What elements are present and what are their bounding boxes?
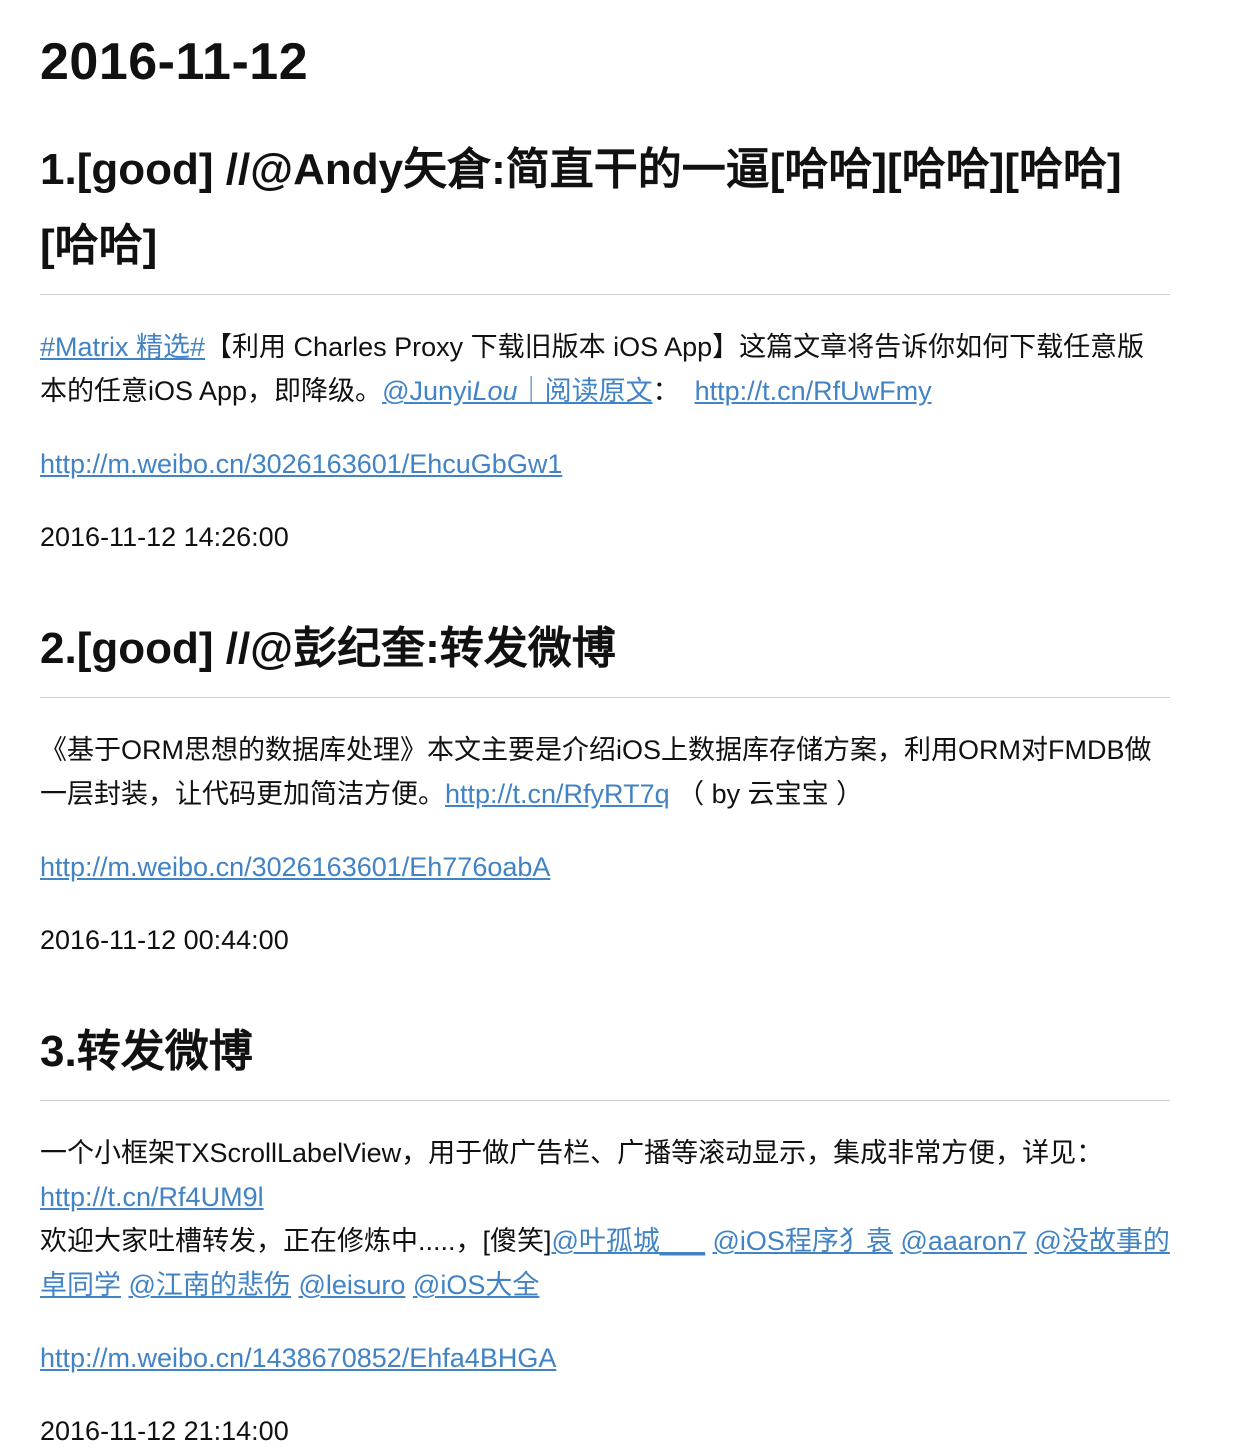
post-title: 3.转发微博 <box>40 1014 1170 1101</box>
hashtag-link[interactable]: #Matrix 精选# <box>40 332 205 362</box>
mention-link[interactable]: @iOS程序犭袁 <box>713 1226 893 1256</box>
weibo-link-row: http://m.weibo.cn/3026163601/Eh776oabA <box>40 845 1170 889</box>
weibo-link[interactable]: http://m.weibo.cn/3026163601/Eh776oabA <box>40 852 550 882</box>
post-text: 一个小框架TXScrollLabelView，用于做广告栏、广播等滚动显示，集成… <box>40 1138 1104 1168</box>
mention-link[interactable]: @aaaron7 <box>900 1226 1027 1256</box>
mention-link[interactable]: @iOS大全 <box>413 1270 539 1300</box>
post-title: 2.[good] //@彭纪奎:转发微博 <box>40 611 1170 698</box>
post-text: 欢迎大家吐槽转发，正在修炼中.....，[傻笑] <box>40 1226 552 1256</box>
post-text: ： <box>652 376 680 406</box>
mention-link-part: Lou <box>472 376 518 406</box>
short-link[interactable]: http://t.cn/RfyRT7q <box>445 779 670 809</box>
post-title: 1.[good] //@Andy矢倉:简直干的一逼[哈哈][哈哈][哈哈][哈哈… <box>40 132 1170 295</box>
post-body: #Matrix 精选#【利用 Charles Proxy 下载旧版本 iOS A… <box>40 325 1170 413</box>
mention-link[interactable]: @JunyiLou｜阅读原文 <box>382 376 653 406</box>
post-time: 2016-11-12 00:44:00 <box>40 925 289 955</box>
post-body: 《基于ORM思想的数据库处理》本文主要是介绍iOS上数据库存储方案，利用ORM对… <box>40 728 1170 816</box>
mention-link-part: @Junyi <box>382 376 473 406</box>
weibo-link-row: http://m.weibo.cn/1438670852/Ehfa4BHGA <box>40 1336 1170 1380</box>
mention-link[interactable]: @leisuro <box>298 1270 405 1300</box>
weibo-link-row: http://m.weibo.cn/3026163601/EhcuGbGw1 <box>40 442 1170 486</box>
post-body: 一个小框架TXScrollLabelView，用于做广告栏、广播等滚动显示，集成… <box>40 1131 1170 1307</box>
mention-link-part: ｜阅读原文 <box>517 376 653 406</box>
short-link[interactable]: http://t.cn/Rf4UM9l <box>40 1182 264 1212</box>
weibo-link[interactable]: http://m.weibo.cn/1438670852/Ehfa4BHGA <box>40 1343 556 1373</box>
mention-link[interactable]: @江南的悲伤 <box>129 1270 291 1300</box>
page-title: 2016-11-12 <box>40 33 309 91</box>
post-2: 2.[good] //@彭纪奎:转发微博 《基于ORM思想的数据库处理》本文主要… <box>40 611 1170 962</box>
weibo-link[interactable]: http://m.weibo.cn/3026163601/EhcuGbGw1 <box>40 449 562 479</box>
post-text: （ by 云宝宝 ） <box>669 779 864 809</box>
page: 2016-11-12 1.[good] //@Andy矢倉:简直干的一逼[哈哈]… <box>0 0 1170 1453</box>
post-time: 2016-11-12 14:26:00 <box>40 522 289 552</box>
post-3: 3.转发微博 一个小框架TXScrollLabelView，用于做广告栏、广播等… <box>40 1014 1170 1453</box>
mention-link[interactable]: @叶孤城___ <box>552 1226 705 1256</box>
short-link[interactable]: http://t.cn/RfUwFmy <box>695 376 932 406</box>
post-1: 1.[good] //@Andy矢倉:简直干的一逼[哈哈][哈哈][哈哈][哈哈… <box>40 132 1170 559</box>
